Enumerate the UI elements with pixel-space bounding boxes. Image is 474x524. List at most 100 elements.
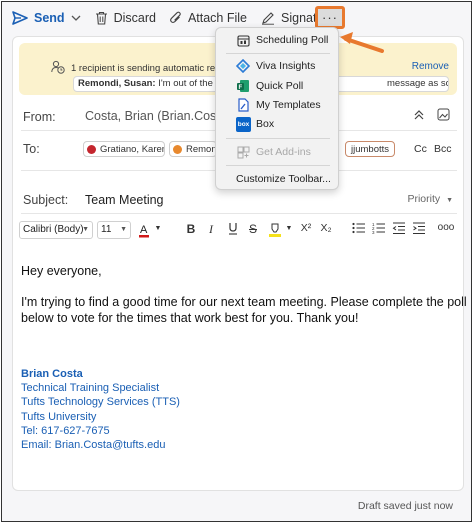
menu-item-viva-insights[interactable]: Viva Insights xyxy=(216,57,338,75)
subject-label: Subject: xyxy=(23,193,69,207)
calendar-poll-icon xyxy=(236,33,250,47)
add-ins-icon xyxy=(236,145,250,159)
menu-item-get-add-ins: Get Add-ins xyxy=(216,143,338,161)
chevron-down-icon[interactable]: ▼ xyxy=(281,225,297,232)
numbered-list-icon: 123 xyxy=(372,222,385,235)
more-format-button[interactable]: ooo xyxy=(437,222,455,233)
forms-icon: F xyxy=(236,79,250,93)
decrease-indent-icon xyxy=(392,222,405,234)
person-clock-icon xyxy=(51,60,65,77)
signature-title: Technical Training Specialist xyxy=(21,382,160,394)
svg-text:A: A xyxy=(140,224,148,236)
svg-text:3: 3 xyxy=(372,230,375,234)
chevron-down-icon: ▼ xyxy=(446,197,453,204)
bold-button[interactable]: B xyxy=(183,222,199,236)
font-name: Calibri (Body) xyxy=(23,224,84,235)
annotation-arrow-icon xyxy=(340,32,384,53)
recipient-name: Gratiano, Karen xyxy=(100,143,165,155)
body-line: below to vote for the times that work be… xyxy=(21,311,359,325)
increase-indent-icon xyxy=(413,222,425,234)
menu-item-label: Box xyxy=(256,118,275,130)
auto-reply-notice: 1 recipient is sending automatic replies xyxy=(71,63,235,74)
menu-item-label: Scheduling Poll xyxy=(256,34,329,46)
discard-label: Discard xyxy=(113,11,156,25)
attach-file-label: Attach File xyxy=(187,11,247,25)
recipient-name: Remond xyxy=(186,143,217,155)
image-insert-icon[interactable] xyxy=(437,108,450,124)
templates-icon xyxy=(236,98,250,112)
draft-status: Draft saved just now xyxy=(357,500,453,512)
box-icon: box xyxy=(236,117,251,132)
expand-up-icon[interactable] xyxy=(413,109,425,124)
chevron-down-icon: ▼ xyxy=(82,226,89,233)
underline-button[interactable] xyxy=(225,222,241,239)
body-greeting: Hey everyone, xyxy=(21,264,102,278)
from-label: From: xyxy=(23,110,56,124)
remove-link[interactable]: Remove xyxy=(412,61,449,72)
menu-divider xyxy=(226,165,330,166)
menu-item-scheduling-poll[interactable]: Scheduling Poll xyxy=(216,31,338,49)
menu-item-quick-poll[interactable]: F Quick Poll xyxy=(216,77,338,95)
paperclip-icon xyxy=(170,11,182,25)
ellipsis-icon: ··· xyxy=(322,10,338,25)
menu-item-box[interactable]: box Box xyxy=(216,115,338,133)
numbered-list-button[interactable]: 123 xyxy=(371,222,387,237)
bullet-list-button[interactable] xyxy=(351,222,367,237)
signature-phone: Tel: 617-627-7675 xyxy=(21,425,110,437)
font-size: 11 xyxy=(101,224,112,235)
recipient-chip[interactable]: jjumbotts xyxy=(345,141,395,157)
send-label: Send xyxy=(34,11,65,25)
cc-button[interactable]: Cc xyxy=(414,143,427,155)
pen-icon xyxy=(261,11,275,25)
subject-field[interactable]: Team Meeting xyxy=(85,193,164,207)
trash-icon xyxy=(95,11,108,25)
menu-item-label: Customize Toolbar... xyxy=(236,173,331,185)
italic-button[interactable]: I xyxy=(203,222,219,237)
status-dot-icon xyxy=(87,144,96,154)
priority-label: Priority xyxy=(407,193,441,205)
signature-name-text: Brian Costa xyxy=(21,368,83,380)
menu-item-label: Viva Insights xyxy=(256,60,316,72)
strikethrough-button[interactable]: S xyxy=(245,222,261,236)
font-size-select[interactable]: 11 ▼ xyxy=(97,221,131,239)
svg-text:F: F xyxy=(239,85,243,91)
chevron-down-icon[interactable]: ▼ xyxy=(150,225,166,232)
box-icon-text: box xyxy=(237,121,250,128)
priority-dropdown[interactable]: Priority ▼ xyxy=(407,193,453,205)
signature-name: Brian Costa xyxy=(21,367,83,381)
bcc-button[interactable]: Bcc xyxy=(434,143,452,155)
underline-icon xyxy=(229,223,237,235)
compose-window: Send Discard Attach File Signature ··· 1… xyxy=(1,1,472,522)
viva-insights-icon xyxy=(236,59,250,73)
menu-item-label: Quick Poll xyxy=(256,80,304,92)
menu-divider xyxy=(226,138,330,139)
signature-department: Tufts Technology Services (TTS) xyxy=(21,396,180,408)
menu-divider xyxy=(226,53,330,54)
signature-organization: Tufts University xyxy=(21,411,97,423)
send-options-chevron-icon[interactable] xyxy=(71,13,81,24)
more-options-button[interactable]: ··· xyxy=(315,6,345,29)
subscript-button[interactable]: X₂ xyxy=(317,222,335,234)
discard-button[interactable]: Discard xyxy=(95,6,156,30)
send-button[interactable]: Send xyxy=(12,6,65,30)
recipient-chip[interactable]: Gratiano, Karen xyxy=(83,141,165,157)
indent-button[interactable] xyxy=(411,222,427,237)
superscript-button[interactable]: X² xyxy=(297,222,315,234)
more-options-menu: Scheduling Poll Viva Insights F Quick Po… xyxy=(215,27,339,190)
font-select[interactable]: Calibri (Body) ▼ xyxy=(19,221,93,239)
status-dot-icon xyxy=(173,144,182,154)
highlighter-icon xyxy=(269,223,281,237)
menu-item-label: My Templates xyxy=(256,99,321,111)
recipient-name: jjumbotts xyxy=(351,143,390,155)
menu-item-my-templates[interactable]: My Templates xyxy=(216,96,338,114)
outdent-button[interactable] xyxy=(391,222,407,237)
menu-item-customize-toolbar[interactable]: Customize Toolbar... xyxy=(216,170,338,188)
format-toolbar: Calibri (Body) ▼ 11 ▼ A ▼ B I S ▼ X² X₂ xyxy=(19,219,459,243)
chevron-down-icon: ▼ xyxy=(120,226,127,233)
divider xyxy=(21,213,457,214)
bullet-list-icon xyxy=(352,222,365,234)
body-line: I'm trying to find a good time for our n… xyxy=(21,295,467,309)
recipient-chip[interactable]: Remond xyxy=(169,141,217,157)
auto-reply-sender: Remondi, Susan: xyxy=(78,78,156,89)
to-label: To: xyxy=(23,142,40,156)
